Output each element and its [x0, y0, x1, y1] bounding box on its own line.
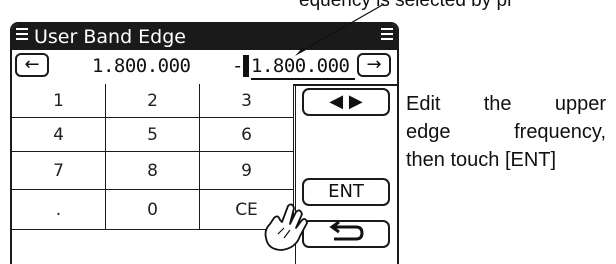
key-3[interactable]: 3	[200, 84, 294, 118]
side-buttons: ◀ ▶ ENT	[295, 84, 397, 264]
key-7[interactable]: 7	[12, 152, 106, 190]
return-icon	[329, 220, 364, 241]
right-arrow-button[interactable]: →	[357, 53, 391, 77]
key-decimal[interactable]: .	[12, 190, 106, 230]
upper-edge-underline	[251, 78, 355, 80]
key-4[interactable]: 4	[12, 118, 106, 152]
device-screen: User Band Edge ← 1.800.000 - 1.800.000 →…	[10, 22, 399, 264]
key-2[interactable]: 2	[106, 84, 200, 118]
return-button[interactable]	[302, 220, 390, 248]
menu-icon[interactable]	[16, 28, 28, 44]
key-9[interactable]: 9	[200, 152, 294, 190]
upper-edge-frequency[interactable]: 1.800.000	[251, 54, 350, 78]
key-8[interactable]: 8	[106, 152, 200, 190]
left-arrow-button[interactable]: ←	[15, 53, 49, 77]
top-caption: equency is selected by pr	[299, 0, 514, 11]
key-0[interactable]: 0	[106, 190, 200, 230]
instruction-line-2: edge frequency,	[406, 121, 606, 143]
frequency-row: ← 1.800.000 - 1.800.000 →	[12, 50, 397, 86]
key-6[interactable]: 6	[200, 118, 294, 152]
title-bar: User Band Edge	[12, 24, 397, 50]
ent-button[interactable]: ENT	[302, 178, 390, 206]
instruction-line-1: Edit the upper	[406, 93, 606, 115]
instruction-line-3: then touch [ENT]	[406, 149, 557, 171]
instruction-text: Edit the upper edge frequency, then touc…	[406, 90, 606, 174]
key-ce[interactable]: CE	[200, 190, 294, 230]
key-5[interactable]: 5	[106, 118, 200, 152]
key-1[interactable]: 1	[12, 84, 106, 118]
screen-title: User Band Edge	[34, 26, 186, 48]
frequency-separator: -	[232, 55, 244, 77]
lower-edge-frequency: 1.800.000	[92, 55, 191, 77]
edit-cursor	[243, 55, 249, 77]
cursor-move-button[interactable]: ◀ ▶	[302, 88, 390, 116]
menu-icon-right[interactable]	[381, 28, 393, 44]
